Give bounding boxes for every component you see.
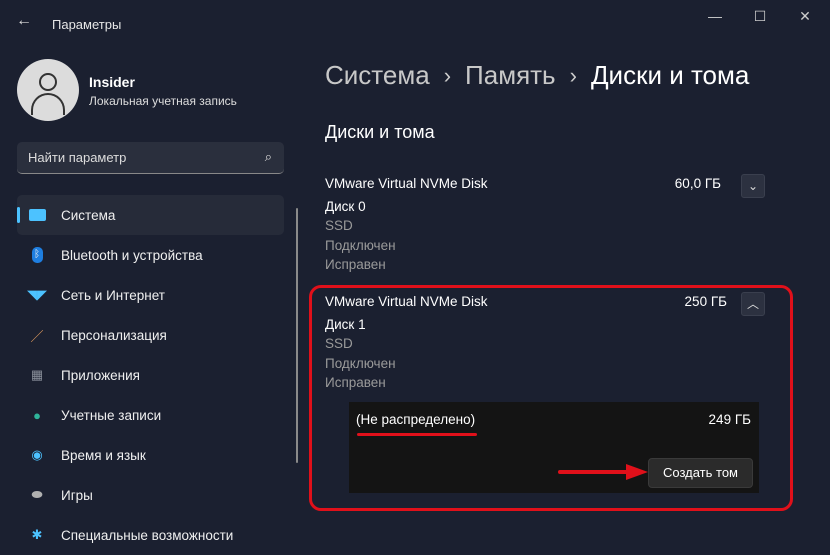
monitor-icon bbox=[28, 207, 46, 223]
disk-1: VMware Virtual NVMe Disk 250 ГБ ︿ Диск 1… bbox=[325, 292, 765, 395]
sidebar-item-label: Приложения bbox=[61, 367, 140, 383]
section-title: Диски и тома bbox=[325, 122, 435, 142]
window-title: Параметры bbox=[52, 17, 122, 32]
sidebar-item-accessibility[interactable]: ✱ Специальные возможности bbox=[17, 515, 284, 555]
sidebar-item-label: Система bbox=[61, 207, 116, 223]
sidebar-item-time-language[interactable]: ◉ Время и язык bbox=[17, 435, 284, 475]
sidebar-item-label: Bluetooth и устройства bbox=[61, 247, 203, 263]
sidebar-item-bluetooth[interactable]: ᛒ Bluetooth и устройства bbox=[17, 235, 284, 275]
sidebar-item-network[interactable]: ◥◤ Сеть и Интернет bbox=[17, 275, 284, 315]
disk-name: Диск 1 bbox=[325, 316, 366, 332]
search-placeholder: Найти параметр bbox=[28, 150, 127, 165]
disk-status: Подключен bbox=[325, 237, 396, 253]
search-input[interactable]: Найти параметр ⌕ bbox=[17, 142, 284, 174]
chevron-up-icon: ︿ bbox=[746, 297, 759, 311]
sidebar-item-system[interactable]: Система bbox=[17, 195, 284, 235]
disk-health: Исправен bbox=[325, 257, 386, 272]
clock-globe-icon: ◉ bbox=[31, 447, 43, 462]
accessibility-icon: ✱ bbox=[31, 527, 43, 542]
partition-name: (Не распределено) bbox=[356, 412, 476, 427]
breadcrumb-storage[interactable]: Память bbox=[465, 60, 556, 91]
create-volume-button[interactable]: Создать том bbox=[648, 458, 753, 488]
disk-type: SSD bbox=[325, 336, 353, 351]
disk-size: 60,0 ГБ bbox=[674, 176, 721, 191]
chevron-right-icon: › bbox=[569, 62, 577, 88]
user-name: Insider bbox=[89, 74, 135, 90]
back-button[interactable]: ← bbox=[16, 12, 32, 30]
disk-type: SSD bbox=[325, 218, 353, 233]
minimize-button[interactable]: — bbox=[700, 8, 730, 24]
collapse-button[interactable]: ︿ bbox=[741, 292, 765, 316]
sidebar-item-label: Сеть и Интернет bbox=[61, 287, 165, 303]
sidebar-item-apps[interactable]: ▦ Приложения bbox=[17, 355, 284, 395]
sidebar-item-label: Игры bbox=[61, 487, 93, 503]
apps-icon: ▦ bbox=[30, 367, 44, 382]
sidebar-item-personalization[interactable]: ／ Персонализация bbox=[17, 315, 284, 355]
underline-annotation bbox=[357, 433, 477, 436]
chevron-right-icon: › bbox=[443, 62, 452, 88]
maximize-button[interactable]: ☐ bbox=[745, 8, 775, 25]
sidebar-scrollbar[interactable] bbox=[296, 208, 298, 463]
sidebar-item-label: Персонализация bbox=[61, 327, 167, 343]
breadcrumb-current: Диски и тома bbox=[590, 60, 750, 90]
sidebar-nav: Система ᛒ Bluetooth и устройства ◥◤ Сеть и… bbox=[17, 195, 284, 555]
disk-health: Исправен bbox=[325, 375, 386, 390]
wifi-icon: ◥◤ bbox=[27, 287, 47, 302]
disk-status: Подключен bbox=[325, 355, 396, 371]
disk-0: VMware Virtual NVMe Disk 60,0 ГБ ⌄ Диск … bbox=[325, 174, 765, 277]
disk-size: 250 ГБ bbox=[684, 294, 727, 309]
arrow-annotation bbox=[558, 464, 648, 480]
sidebar-item-label: Учетные записи bbox=[61, 407, 162, 423]
sidebar-item-gaming[interactable]: ⬬ Игры bbox=[17, 475, 284, 515]
search-icon: ⌕ bbox=[264, 149, 272, 164]
person-icon: ● bbox=[33, 407, 41, 423]
breadcrumb: Система › Память › Диски и тома bbox=[325, 60, 749, 91]
expand-button[interactable]: ⌄ bbox=[741, 174, 765, 198]
account-type: Локальная учетная запись bbox=[89, 94, 237, 108]
gamepad-icon: ⬬ bbox=[31, 487, 43, 502]
partition-unallocated[interactable]: (Не распределено) 249 ГБ Создать том bbox=[349, 402, 759, 493]
chevron-down-icon: ⌄ bbox=[747, 179, 759, 193]
breadcrumb-system[interactable]: Система bbox=[325, 60, 430, 91]
brush-icon: ／ bbox=[30, 328, 44, 344]
close-button[interactable]: ✕ bbox=[790, 8, 820, 25]
sidebar-item-accounts[interactable]: ● Учетные записи bbox=[17, 395, 284, 435]
partition-size: 249 ГБ bbox=[708, 412, 751, 427]
avatar[interactable] bbox=[17, 59, 79, 121]
bluetooth-icon: ᛒ bbox=[28, 247, 46, 263]
sidebar-item-label: Специальные возможности bbox=[61, 527, 234, 543]
sidebar-item-label: Время и язык bbox=[61, 447, 146, 463]
disk-name: Диск 0 bbox=[325, 198, 366, 214]
